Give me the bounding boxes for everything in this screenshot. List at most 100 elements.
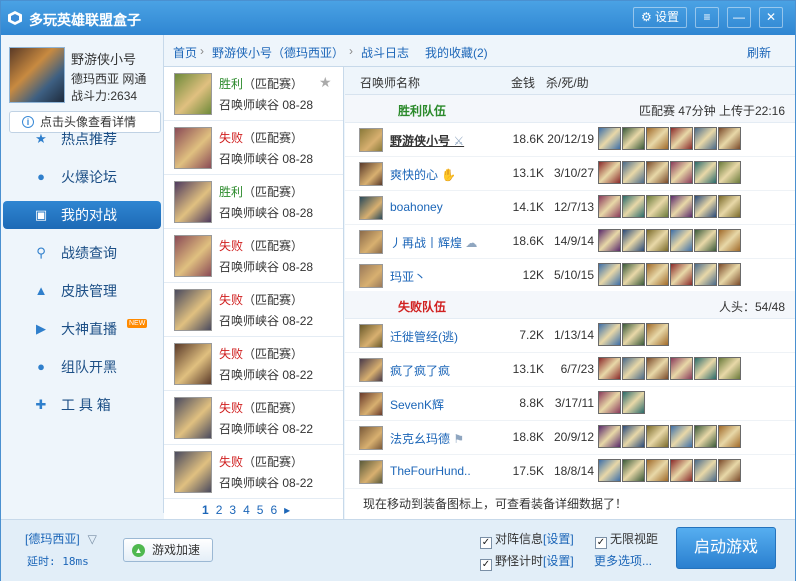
game-accel-button[interactable]: ▲ 游戏加速 bbox=[123, 538, 213, 562]
item-icon[interactable] bbox=[646, 459, 669, 482]
item-icon[interactable] bbox=[622, 195, 645, 218]
item-icon[interactable] bbox=[670, 195, 693, 218]
page-link[interactable]: 6 bbox=[270, 503, 277, 517]
nav-item-2[interactable]: ▣ 我的对战 bbox=[3, 201, 161, 229]
item-icon[interactable] bbox=[718, 357, 741, 380]
opt-matchup-settings-link[interactable]: [设置] bbox=[543, 532, 574, 546]
player-row[interactable]: 丿再战丨辉煌 ☁ 18.6K 14/9/14 bbox=[345, 225, 795, 259]
player-row[interactable]: 爽快的心 ✋ 13.1K 3/10/27 bbox=[345, 157, 795, 191]
avatar[interactable] bbox=[9, 47, 65, 103]
player-row[interactable]: boahoney 14.1K 12/7/13 bbox=[345, 191, 795, 225]
item-icon[interactable] bbox=[622, 425, 645, 448]
item-icon[interactable] bbox=[694, 195, 717, 218]
start-game-button[interactable]: 启动游戏 bbox=[676, 527, 776, 569]
item-icon[interactable] bbox=[598, 229, 621, 252]
item-icon[interactable] bbox=[598, 459, 621, 482]
player-name[interactable]: 玛亚丶 bbox=[390, 268, 426, 285]
nav-item-0[interactable]: ★ 热点推荐 bbox=[3, 125, 161, 153]
item-icon[interactable] bbox=[622, 391, 645, 414]
item-icon[interactable] bbox=[694, 357, 717, 380]
nav-item-6[interactable]: ● 组队开黑 bbox=[3, 353, 161, 381]
item-icon[interactable] bbox=[718, 229, 741, 252]
item-icon[interactable] bbox=[694, 425, 717, 448]
item-icon[interactable] bbox=[598, 161, 621, 184]
item-icon[interactable] bbox=[694, 127, 717, 150]
player-name[interactable]: 爽快的心 ✋ bbox=[390, 166, 456, 183]
menu-button[interactable]: ≡ bbox=[695, 7, 719, 28]
game-item[interactable]: 失败（匹配赛） 召唤师峡谷 08-28 bbox=[164, 229, 343, 283]
item-icon[interactable] bbox=[598, 127, 621, 150]
item-icon[interactable] bbox=[598, 195, 621, 218]
item-icon[interactable] bbox=[670, 161, 693, 184]
player-row[interactable]: 疯了疯了疯 13.1K 6/7/23 bbox=[345, 353, 795, 387]
item-icon[interactable] bbox=[622, 229, 645, 252]
player-row[interactable]: SevenK辉 8.8K 3/17/11 bbox=[345, 387, 795, 421]
player-name[interactable]: SevenK辉 bbox=[390, 396, 444, 413]
item-icon[interactable] bbox=[622, 323, 645, 346]
favorite-star-icon[interactable]: ★ bbox=[319, 74, 332, 91]
minimize-button[interactable]: — bbox=[727, 7, 751, 28]
player-name[interactable]: 疯了疯了疯 bbox=[390, 362, 450, 379]
item-icon[interactable] bbox=[718, 127, 741, 150]
page-link[interactable]: 3 bbox=[229, 503, 236, 517]
opt-timer-settings-link[interactable]: [设置] bbox=[543, 554, 574, 568]
game-item[interactable]: 失败（匹配赛） 召唤师峡谷 08-22 bbox=[164, 391, 343, 445]
item-icon[interactable] bbox=[622, 127, 645, 150]
item-icon[interactable] bbox=[598, 323, 621, 346]
game-item[interactable]: 失败（匹配赛） 召唤师峡谷 08-22 bbox=[164, 283, 343, 337]
item-icon[interactable] bbox=[598, 391, 621, 414]
player-name[interactable]: 法克幺玛德 ⚑ bbox=[390, 430, 464, 447]
player-name[interactable]: TheFourHund.. bbox=[390, 464, 471, 478]
player-row[interactable]: 玛亚丶 12K 5/10/15 bbox=[345, 259, 795, 293]
breadcrumb-player[interactable]: 野游侠小号（德玛西亚） bbox=[212, 44, 344, 61]
more-options-link[interactable]: 更多选项... bbox=[594, 552, 652, 569]
game-item[interactable]: 失败（匹配赛） 召唤师峡谷 08-22 bbox=[164, 337, 343, 391]
game-item[interactable]: 失败（匹配赛） 召唤师峡谷 08-22 bbox=[164, 445, 343, 499]
player-name[interactable]: boahoney bbox=[390, 200, 443, 214]
item-icon[interactable] bbox=[670, 459, 693, 482]
breadcrumb-home[interactable]: 首页 bbox=[173, 44, 197, 61]
item-icon[interactable] bbox=[718, 263, 741, 286]
player-row[interactable]: 野游侠小号 ⚔ 18.6K 20/12/19 bbox=[345, 123, 795, 157]
item-icon[interactable] bbox=[646, 127, 669, 150]
settings-button[interactable]: ⚙ 设置 bbox=[633, 7, 687, 28]
item-icon[interactable] bbox=[622, 357, 645, 380]
item-icon[interactable] bbox=[646, 323, 669, 346]
nav-item-7[interactable]: ✚ 工 具 箱 bbox=[3, 391, 161, 419]
item-icon[interactable] bbox=[646, 195, 669, 218]
item-icon[interactable] bbox=[670, 357, 693, 380]
item-icon[interactable] bbox=[718, 459, 741, 482]
player-name[interactable]: 迁徙管经(逃) bbox=[390, 328, 458, 345]
item-icon[interactable] bbox=[694, 459, 717, 482]
next-page-icon[interactable]: ▸ bbox=[284, 503, 290, 517]
checkbox-checked[interactable]: ✓ bbox=[595, 537, 607, 549]
page-link[interactable]: 5 bbox=[257, 503, 264, 517]
item-icon[interactable] bbox=[646, 357, 669, 380]
region-select[interactable]: [德玛西亚] ▽ bbox=[25, 530, 97, 547]
breadcrumb-battle-log[interactable]: 战斗日志 bbox=[361, 44, 409, 61]
game-item[interactable]: 胜利（匹配赛） 召唤师峡谷 08-28 ★ bbox=[164, 67, 343, 121]
refresh-button[interactable]: 刷新 bbox=[747, 44, 771, 61]
item-icon[interactable] bbox=[622, 161, 645, 184]
page-link[interactable]: 2 bbox=[216, 503, 223, 517]
item-icon[interactable] bbox=[670, 425, 693, 448]
item-icon[interactable] bbox=[718, 195, 741, 218]
item-icon[interactable] bbox=[670, 127, 693, 150]
nav-item-1[interactable]: ● 火爆论坛 bbox=[3, 163, 161, 191]
checkbox-checked[interactable]: ✓ bbox=[480, 559, 492, 571]
opt-jungle-timer[interactable]: ✓ 野怪计时[设置] bbox=[480, 552, 574, 571]
item-icon[interactable] bbox=[646, 229, 669, 252]
item-icon[interactable] bbox=[622, 459, 645, 482]
item-icon[interactable] bbox=[670, 229, 693, 252]
item-icon[interactable] bbox=[598, 425, 621, 448]
player-name[interactable]: 野游侠小号 ⚔ bbox=[390, 132, 464, 149]
item-icon[interactable] bbox=[718, 161, 741, 184]
item-icon[interactable] bbox=[622, 263, 645, 286]
player-name[interactable]: 丿再战丨辉煌 ☁ bbox=[390, 234, 477, 251]
item-icon[interactable] bbox=[718, 425, 741, 448]
page-link[interactable]: 4 bbox=[243, 503, 250, 517]
item-icon[interactable] bbox=[694, 161, 717, 184]
checkbox-checked[interactable]: ✓ bbox=[480, 537, 492, 549]
breadcrumb-favorites[interactable]: 我的收藏(2) bbox=[425, 44, 488, 61]
game-item[interactable]: 胜利（匹配赛） 召唤师峡谷 08-28 bbox=[164, 175, 343, 229]
